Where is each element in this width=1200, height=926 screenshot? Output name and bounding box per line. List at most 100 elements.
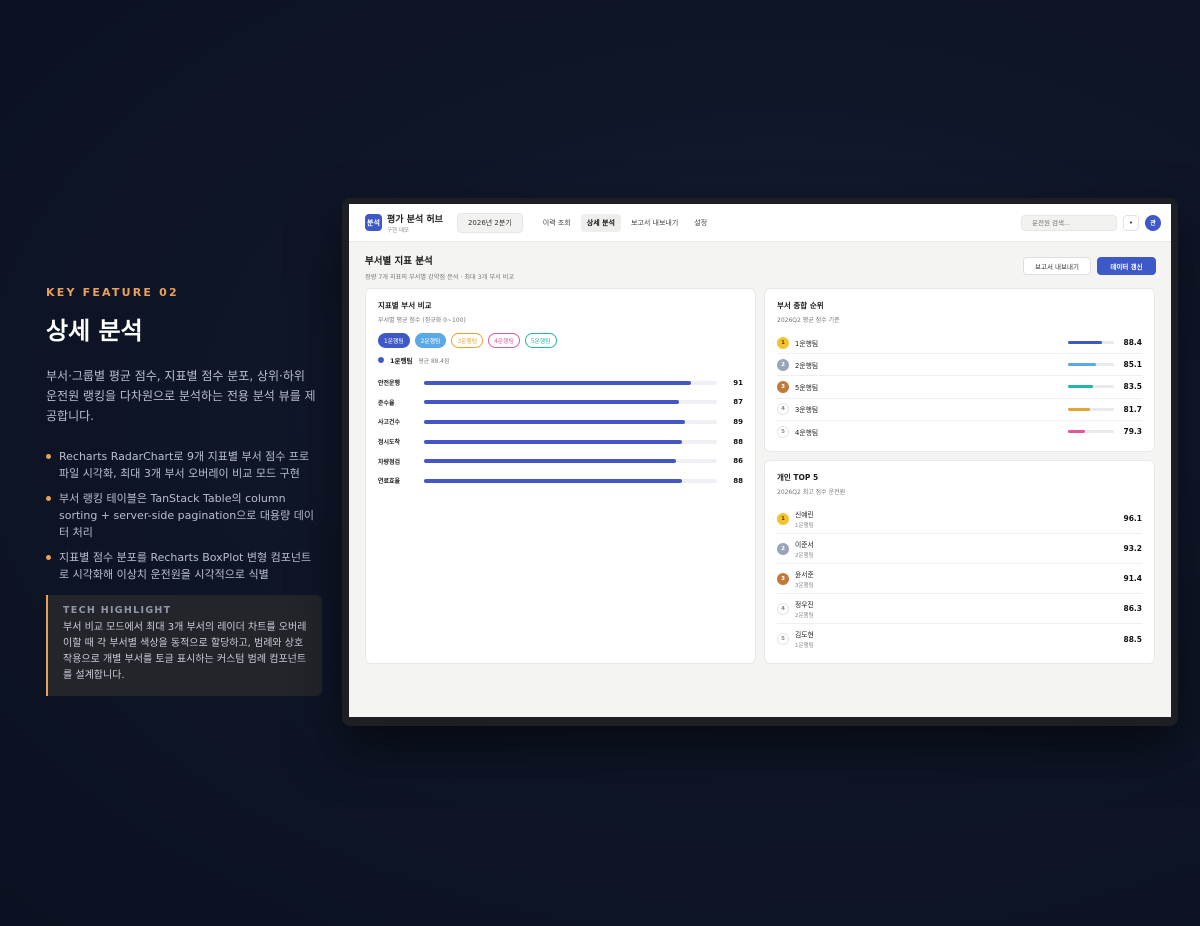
card-subtitle: 2026Q2 평균 점수 기준 xyxy=(777,317,840,324)
top5-row[interactable]: 5 김도현 1운행팀 88.5 xyxy=(777,624,1142,654)
driver-name: 윤서준 xyxy=(795,570,814,579)
export-report-button[interactable]: 보고서 내보내기 xyxy=(1023,257,1091,275)
metric-row: 정시도착 88 xyxy=(378,432,743,452)
refresh-data-button[interactable]: 데이터 갱신 xyxy=(1097,257,1156,275)
top5-list: 1 신예린 1운행팀 96.1 2 이준서 2운행팀 93.2 3 윤서준 3운행팀 91.4 4 정우진… xyxy=(777,504,1142,654)
metric-row: 사고건수 89 xyxy=(378,412,743,432)
department-chip[interactable]: 2운행팀 xyxy=(414,333,447,348)
driver-score: 91.4 xyxy=(1123,574,1142,583)
driver-info: 김도현 1운행팀 xyxy=(795,629,1123,649)
brand-name: 평가 분석 허브 xyxy=(387,214,443,225)
metric-value: 88 xyxy=(733,476,743,485)
score-bar-track xyxy=(1068,407,1114,411)
driver-team: 1운행팀 xyxy=(795,643,814,649)
rank-badge: 5 xyxy=(777,425,789,438)
metric-bar xyxy=(423,419,685,424)
metric-label: 사고건수 xyxy=(378,419,401,427)
department-score: 88.4 xyxy=(1123,338,1142,348)
metric-bar-track xyxy=(423,419,718,424)
score-bar-track xyxy=(1068,363,1114,367)
feature-description: 부서·그룹별 평균 점수, 지표별 점수 분포, 상위·하위 운전원 랭킹을 다… xyxy=(46,369,316,423)
page-subtitle: 정량 7개 지표의 부서별 강약점 분석 · 최대 3개 부서 비교 xyxy=(365,274,515,281)
department-chip[interactable]: 5운행팀 xyxy=(524,333,557,348)
driver-score: 88.5 xyxy=(1123,634,1142,644)
app-screen: 분석 평가 분석 허브 구현 데모 2026년 2분기 이력 조회 상세 분석 … xyxy=(349,204,1171,717)
department-chip[interactable]: 3운행팀 xyxy=(451,333,484,348)
ranking-row[interactable]: 4 3운행팀 81.7 xyxy=(777,399,1142,421)
tech-highlight-body: 부서 비교 모드에서 최대 3개 부서의 레이더 차트를 오버레이할 때 각 부… xyxy=(63,622,307,681)
metric-bar-track xyxy=(423,439,718,444)
nav-detail-analysis[interactable]: 상세 분석 xyxy=(580,213,621,232)
rank-badge: 4 xyxy=(777,403,789,416)
ranking-row[interactable]: 2 2운행팀 85.1 xyxy=(777,354,1142,377)
card-subtitle: 2026Q2 최고 점수 운전원 xyxy=(777,489,846,496)
tech-highlight-title: TECH HIGHLIGHT xyxy=(63,605,172,616)
department-score: 81.7 xyxy=(1123,404,1142,414)
bullet-dot-icon xyxy=(46,454,51,459)
page-header: 부서별 지표 분석 정량 7개 지표의 부서별 강약점 분석 · 최대 3개 부… xyxy=(365,253,514,281)
department-name: 3운행팀 xyxy=(795,406,819,415)
brand-subtitle: 구현 데모 xyxy=(387,227,409,234)
period-selector[interactable]: 2026년 2분기 xyxy=(456,212,523,233)
feature-bullet: 지표별 점수 분포를 Recharts BoxPlot 변형 컴포넌트로 시각화… xyxy=(46,549,316,583)
rank-badge: 4 xyxy=(777,602,789,615)
bullet-dot-icon xyxy=(46,496,51,501)
driver-score: 86.3 xyxy=(1123,604,1142,613)
department-chip[interactable]: 4운행팀 xyxy=(488,333,520,348)
metric-label: 준수율 xyxy=(378,399,395,407)
score-bar xyxy=(1068,363,1096,367)
legend-dot-icon xyxy=(378,357,384,363)
rank-badge: 1 xyxy=(777,512,789,525)
driver-info: 이준서 2운행팀 xyxy=(795,539,1123,559)
metric-bar xyxy=(423,478,682,483)
ranking-list: 1 1운행팀 88.4 2 2운행팀 85.1 3 5운행팀 83.5 4 3운행팀 81.7 5 4운행… xyxy=(777,332,1142,443)
department-name: 5운행팀 xyxy=(795,383,819,392)
driver-info: 정우진 2운행팀 xyxy=(795,599,1123,619)
card-title: 부서 종합 순위 xyxy=(777,301,824,310)
nav-export-report[interactable]: 보고서 내보내기 xyxy=(625,214,684,232)
card-title: 개인 TOP 5 xyxy=(777,473,819,482)
department-chip[interactable]: 1운행팀 xyxy=(378,333,410,348)
metric-bar-track xyxy=(423,459,718,464)
metric-compare-card: 지표별 부서 비교 부서별 평균 점수 (정규화 0~100) 1운행팀 2운행팀… xyxy=(365,288,756,664)
feature-bullet-text: Recharts RadarChart로 9개 지표별 부서 점수 프로파일 시… xyxy=(59,450,310,480)
rank-badge: 2 xyxy=(777,542,789,555)
metric-bar xyxy=(423,459,677,464)
ranking-row[interactable]: 5 4운행팀 79.3 xyxy=(777,421,1142,443)
metric-bar-track xyxy=(423,478,718,483)
metric-value: 88 xyxy=(733,437,743,446)
ranking-row[interactable]: 3 5운행팀 83.5 xyxy=(777,376,1142,399)
brand: 평가 분석 허브 구현 데모 xyxy=(387,212,443,234)
driver-name: 이준서 xyxy=(795,540,814,549)
rank-badge: 3 xyxy=(777,380,789,393)
metric-value: 89 xyxy=(733,417,743,426)
bullet-dot-icon xyxy=(46,555,51,560)
feature-title: 상세 분석 xyxy=(46,317,143,345)
driver-score: 93.2 xyxy=(1123,544,1142,553)
notification-icon[interactable]: • xyxy=(1123,214,1139,231)
ranking-row[interactable]: 1 1운행팀 88.4 xyxy=(777,332,1142,355)
top5-row[interactable]: 2 이준서 2운행팀 93.2 xyxy=(777,534,1142,564)
top5-row[interactable]: 4 정우진 2운행팀 86.3 xyxy=(777,594,1142,624)
nav-history[interactable]: 이력 조회 xyxy=(537,214,577,232)
rank-badge: 3 xyxy=(777,572,789,585)
metric-row: 연료효율 88 xyxy=(378,471,743,491)
feature-bullet: 부서 랭킹 테이블은 TanStack Table의 column sortin… xyxy=(46,490,316,541)
feature-panel: KEY FEATURE 02 상세 분석 부서·그룹별 평균 점수, 지표별 점… xyxy=(46,286,326,696)
card-title: 지표별 부서 비교 xyxy=(378,301,432,310)
metric-bar-list: 안전운행 91 준수율 87 사고건수 89 정시도착 88 차량점검 86 연료효율 88 xyxy=(378,373,743,491)
app-logo-icon[interactable]: 분석 xyxy=(365,214,382,231)
user-avatar[interactable]: 관 xyxy=(1145,214,1161,231)
metric-bar xyxy=(423,400,679,405)
driver-search-input[interactable] xyxy=(1021,214,1117,231)
top5-row[interactable]: 1 신예린 1운행팀 96.1 xyxy=(777,504,1142,534)
driver-info: 윤서준 3운행팀 xyxy=(795,569,1123,589)
driver-name: 신예린 xyxy=(795,510,814,519)
metric-label: 정시도착 xyxy=(378,439,401,447)
score-bar-track xyxy=(1068,385,1114,389)
top5-row[interactable]: 3 윤서준 3운행팀 91.4 xyxy=(777,564,1142,594)
page-title: 부서별 지표 분석 xyxy=(365,256,433,267)
driver-name: 김도현 xyxy=(795,631,814,639)
nav-settings[interactable]: 설정 xyxy=(688,214,713,232)
score-bar xyxy=(1068,385,1093,389)
